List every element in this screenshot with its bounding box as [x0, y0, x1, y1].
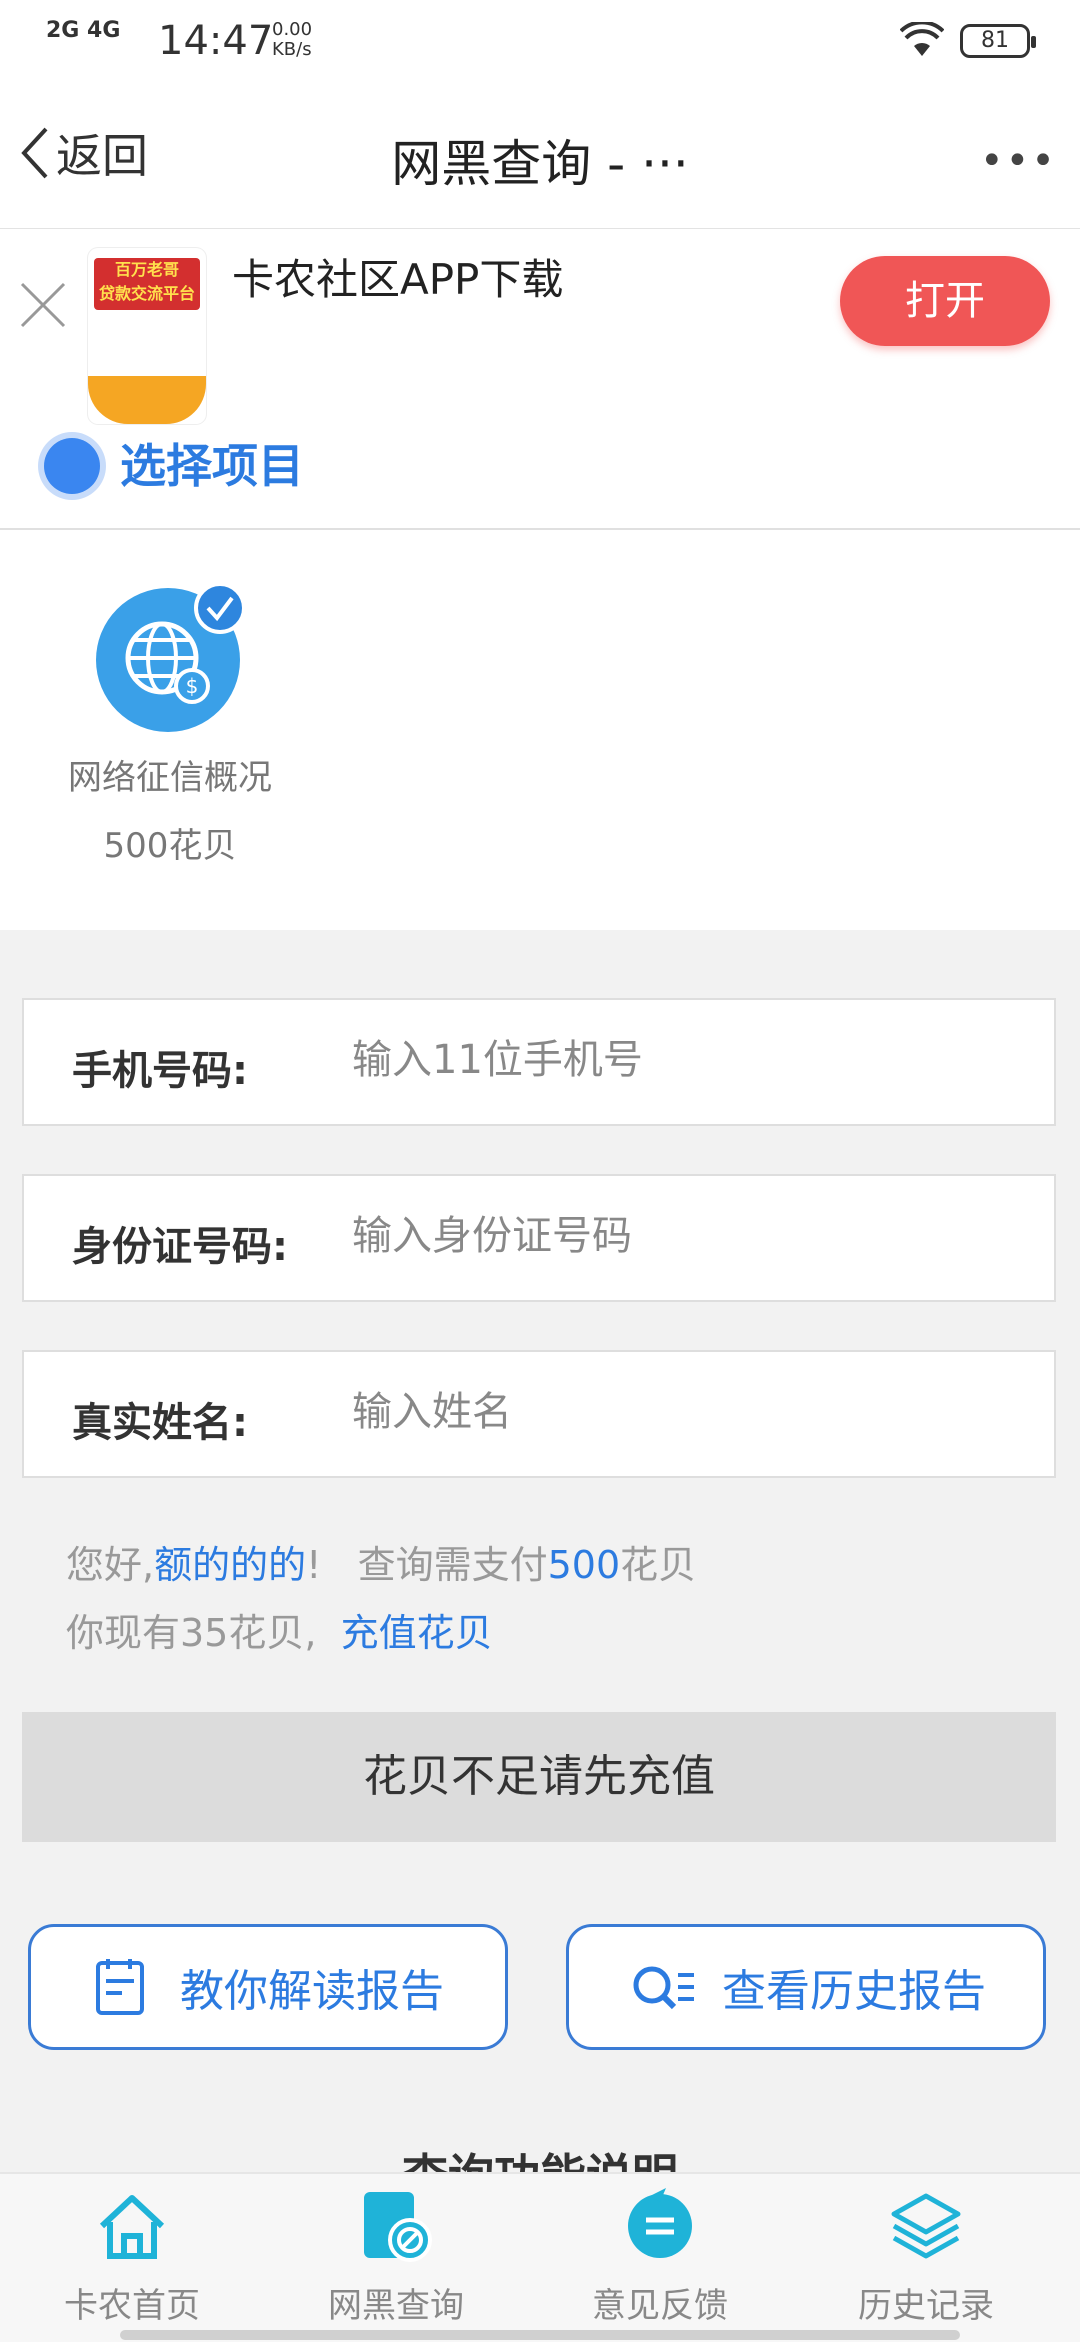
- read-report-button[interactable]: 教你解读报告: [28, 1924, 508, 2050]
- banner-title: 卡农社区APP下载: [232, 255, 564, 304]
- tab-history[interactable]: 历史记录: [826, 2186, 1026, 2327]
- network-indicator: 2G 4G: [46, 18, 121, 43]
- balance-info: 你现有35花贝, 充值花贝: [66, 1602, 493, 1657]
- radio-dot-icon: [44, 438, 100, 494]
- exclaim-text: !: [306, 1543, 322, 1587]
- recharge-link[interactable]: 充值花贝: [341, 1611, 493, 1655]
- id-label: 身份证号码:: [72, 1224, 288, 1270]
- wifi-icon: [899, 20, 945, 62]
- home-icon: [99, 2195, 165, 2259]
- close-icon[interactable]: [18, 280, 68, 334]
- query-icon: [364, 2192, 432, 2262]
- id-input[interactable]: [350, 1212, 1034, 1260]
- open-app-button[interactable]: 打开: [840, 256, 1050, 346]
- battery-indicator: 81: [960, 24, 1036, 58]
- id-field: 身份证号码:: [22, 1174, 1056, 1302]
- project-price: 500花贝: [103, 826, 237, 866]
- status-time: 14:47: [158, 18, 274, 64]
- username-text: 额的的的: [154, 1543, 307, 1587]
- name-field: 真实姓名:: [22, 1350, 1056, 1478]
- history-report-button[interactable]: 查看历史报告: [566, 1924, 1046, 2050]
- submit-button[interactable]: 花贝不足请先充值: [22, 1712, 1056, 1842]
- project-name: 网络征信概况: [68, 758, 272, 798]
- pay-unit: 花贝: [620, 1543, 697, 1587]
- feedback-icon: [628, 2188, 692, 2258]
- checkmark-icon: [194, 582, 246, 634]
- read-report-label: 教你解读报告: [180, 1966, 444, 2017]
- greeting-text: 您好,: [66, 1543, 155, 1587]
- tab-label: 历史记录: [858, 2286, 994, 2326]
- tab-home[interactable]: 卡农首页: [32, 2186, 232, 2327]
- search-list-icon: [633, 1966, 694, 2010]
- payment-info: 您好,额的的的! 查询需支付500花贝: [66, 1534, 696, 1589]
- tab-label: 意见反馈: [592, 2286, 728, 2326]
- select-project-label: 选择项目: [120, 439, 304, 493]
- tab-label: 网黑查询: [328, 2286, 464, 2326]
- app-logo-thumbnail: 百万老哥 贷款交流平台: [88, 248, 206, 424]
- gesture-bar: [120, 2330, 960, 2340]
- tab-label: 卡农首页: [64, 2286, 200, 2326]
- history-report-label: 查看历史报告: [722, 1966, 986, 2017]
- page-title: 网黑查询 - ···: [391, 135, 689, 193]
- phone-label: 手机号码:: [72, 1048, 248, 1094]
- svg-text:$: $: [186, 674, 199, 698]
- layers-icon: [891, 2193, 961, 2259]
- name-label: 真实姓名:: [72, 1400, 248, 1446]
- network-speed: 0.00 KB/s: [272, 19, 313, 60]
- thumbnail-text: 百万老哥 贷款交流平台: [94, 258, 200, 310]
- balance-text: 你现有35花贝,: [66, 1611, 317, 1655]
- pay-text: 查询需支付: [357, 1543, 548, 1587]
- more-menu-button[interactable]: •••: [980, 138, 1057, 184]
- name-input[interactable]: [350, 1388, 1034, 1436]
- tab-feedback[interactable]: 意见反馈: [560, 2186, 760, 2327]
- phone-field: 手机号码:: [22, 998, 1056, 1126]
- pay-amount: 500: [547, 1543, 621, 1587]
- tab-query[interactable]: 网黑查询: [296, 2186, 496, 2327]
- report-guide-icon: [96, 1959, 144, 2015]
- phone-input[interactable]: [350, 1036, 1034, 1084]
